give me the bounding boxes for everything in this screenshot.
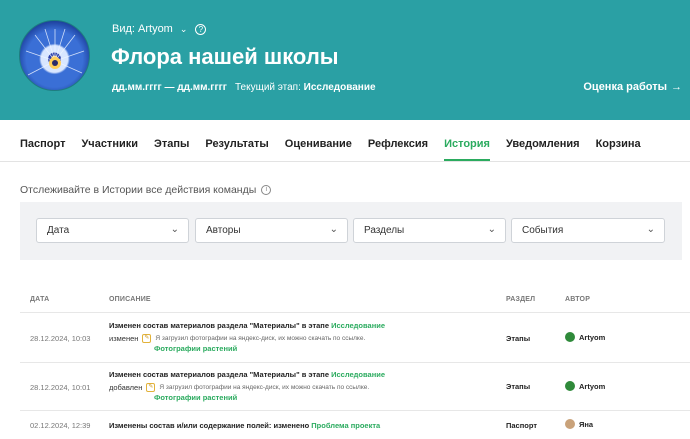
page-title: Флора нашей школы xyxy=(111,44,339,69)
row-material-link[interactable]: Фотографии растений xyxy=(154,393,237,402)
column-header-description: ОПИСАНИЕ xyxy=(109,296,151,303)
column-header-author: АВТОР xyxy=(565,296,591,303)
help-icon[interactable]: ? xyxy=(195,23,207,35)
row-author: Artyom xyxy=(565,381,605,391)
tab-stages[interactable]: Этапы xyxy=(154,138,189,161)
stage-label: Текущий этап: xyxy=(235,82,301,93)
authors-filter[interactable]: Авторы ⌄ xyxy=(195,218,348,243)
row-section: Этапы xyxy=(506,334,531,343)
row-divider xyxy=(20,362,690,363)
tab-passport[interactable]: Паспорт xyxy=(20,138,65,161)
tab-trash[interactable]: Корзина xyxy=(596,138,641,161)
row-date: 28.12.2024, 10:03 xyxy=(30,334,91,343)
row-date: 02.12.2024, 12:39 xyxy=(30,421,91,430)
chevron-down-icon[interactable]: ⌄ xyxy=(647,224,655,235)
table-header-divider xyxy=(20,312,690,313)
row-author: Artyom xyxy=(565,332,605,342)
tab-history[interactable]: История xyxy=(444,138,490,161)
row-author-name: Яна xyxy=(579,419,594,429)
row-divider xyxy=(20,410,690,411)
tab-participants[interactable]: Участники xyxy=(81,138,138,161)
view-label[interactable]: Вид: Artyom xyxy=(112,23,173,35)
chevron-down-icon[interactable]: ⌄ xyxy=(488,224,496,235)
row-section: Этапы xyxy=(506,382,531,391)
row-title-link[interactable]: Исследование xyxy=(331,370,385,379)
row-action: изменен ✎ Я загрузил фотографии на яндек… xyxy=(109,334,365,343)
project-header: Вид: Artyom ⌄ ? Флора нашей школы дд.мм.… xyxy=(0,0,690,120)
tab-notifications[interactable]: Уведомления xyxy=(506,138,580,161)
row-title-text: Изменен состав материалов раздела "Матер… xyxy=(109,321,329,330)
tab-evaluation[interactable]: Оценивание xyxy=(285,138,352,161)
row-title-text: Изменен состав материалов раздела "Матер… xyxy=(109,370,329,379)
row-author: Яна xyxy=(565,419,593,429)
row-date: 28.12.2024, 10:01 xyxy=(30,383,91,392)
chevron-down-icon[interactable]: ⌄ xyxy=(330,224,338,235)
author-avatar xyxy=(565,332,575,342)
view-switcher[interactable]: Вид: Artyom ⌄ ? xyxy=(112,23,207,35)
row-title: Изменены состав и/или содержание полей: … xyxy=(109,421,380,430)
tab-reflection[interactable]: Рефлексия xyxy=(368,138,428,161)
history-hint: Отслеживайте в Истории все действия кома… xyxy=(20,184,272,196)
chevron-down-icon[interactable]: ⌄ xyxy=(180,24,188,35)
stage-value: Исследование xyxy=(303,82,376,93)
arrow-right-icon[interactable]: → xyxy=(671,81,682,93)
pencil-icon: ✎ xyxy=(146,383,156,392)
row-comment: Я загрузил фотографии на яндекс-диск, их… xyxy=(159,384,370,391)
date-filter[interactable]: Дата ⌄ xyxy=(36,218,189,243)
chevron-down-icon[interactable]: ⌄ xyxy=(171,224,179,235)
row-action-text: добавлен xyxy=(109,383,143,392)
column-header-section: РАЗДЕЛ xyxy=(506,296,536,303)
row-action: добавлен ✎ Я загрузил фотографии на янде… xyxy=(109,383,369,392)
date-filter-label[interactable]: Дата xyxy=(47,225,69,236)
row-title-link[interactable]: Исследование xyxy=(331,321,385,330)
authors-filter-label[interactable]: Авторы xyxy=(206,225,241,236)
row-section: Паспорт xyxy=(506,421,537,430)
filters-panel: Дата ⌄ Авторы ⌄ Разделы ⌄ События ⌄ xyxy=(20,202,682,260)
row-comment: Я загрузил фотографии на яндекс-диск, их… xyxy=(155,335,366,342)
events-filter[interactable]: События ⌄ xyxy=(511,218,665,243)
project-dates: дд.мм.гггг — дд.мм.гггг xyxy=(112,82,227,93)
row-title: Изменен состав материалов раздела "Матер… xyxy=(109,370,385,379)
tab-bar: Паспорт Участники Этапы Результаты Оцени… xyxy=(20,138,657,161)
row-title-text: Изменены состав и/или содержание полей: … xyxy=(109,421,310,430)
pencil-icon: ✎ xyxy=(142,334,152,343)
tab-results[interactable]: Результаты xyxy=(205,138,268,161)
row-author-name: Artyom xyxy=(579,381,606,391)
row-title-link[interactable]: Проблема проекта xyxy=(311,421,380,430)
evaluation-link-label[interactable]: Оценка работы xyxy=(583,81,667,93)
column-header-date: ДАТА xyxy=(30,296,50,303)
author-avatar xyxy=(565,419,575,429)
row-title: Изменен состав материалов раздела "Матер… xyxy=(109,321,385,330)
sections-filter-label[interactable]: Разделы xyxy=(364,225,404,236)
row-author-name: Artyom xyxy=(579,332,606,342)
history-hint-text: Отслеживайте в Истории все действия кома… xyxy=(20,184,257,196)
info-icon[interactable]: i xyxy=(261,185,272,195)
sections-filter[interactable]: Разделы ⌄ xyxy=(353,218,506,243)
events-filter-label[interactable]: События xyxy=(522,225,563,236)
current-stage: Текущий этап: Исследование xyxy=(235,82,376,93)
author-avatar xyxy=(565,381,575,391)
row-action-text: изменен xyxy=(109,334,139,343)
project-avatar xyxy=(19,20,90,91)
evaluation-link[interactable]: Оценка работы → xyxy=(583,81,682,93)
tabs-divider xyxy=(0,161,690,162)
row-material-link[interactable]: Фотографии растений xyxy=(154,344,237,353)
